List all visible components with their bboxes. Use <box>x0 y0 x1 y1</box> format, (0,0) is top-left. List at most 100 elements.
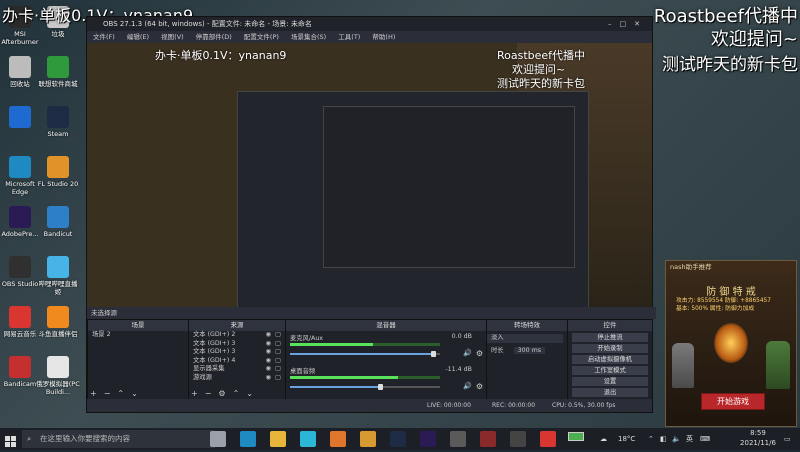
windows-start-icon[interactable] <box>5 433 17 447</box>
app-icon[interactable] <box>360 431 376 447</box>
desktop-icon[interactable]: 哔哩哔哩直播姬 <box>36 256 80 296</box>
mixer-channel: 桌面音频 -11.4 dB 🔊 ⚙ <box>286 364 486 397</box>
edge-icon[interactable] <box>240 431 256 447</box>
mixer-header: 混音器 <box>286 320 486 331</box>
scene-item[interactable]: 场景 2 <box>88 331 188 340</box>
lock-icon[interactable]: ▢ <box>275 365 281 374</box>
menu-help[interactable]: 帮助(H) <box>372 33 395 41</box>
desktop-icon[interactable]: 斗鱼直播伴侣 <box>36 306 80 338</box>
file-explorer-icon[interactable] <box>270 431 286 447</box>
volume-slider[interactable] <box>290 384 440 390</box>
volume-icon[interactable]: 🔈 <box>672 428 681 450</box>
app-icon[interactable] <box>450 431 466 447</box>
lock-icon[interactable]: ▢ <box>275 331 281 340</box>
game-icon[interactable] <box>480 431 496 447</box>
menu-scene-collection[interactable]: 场景集合(S) <box>291 33 326 41</box>
desktop-icon[interactable]: 俄罗模拟器(PC Buildi... <box>36 356 80 396</box>
gear-icon[interactable]: ⚙ <box>476 349 483 358</box>
move-down-icon[interactable]: ⌄ <box>131 389 138 398</box>
obs-titlebar[interactable]: OBS 27.1.3 (64 bit, windows) - 配置文件: 未命名… <box>87 17 652 31</box>
move-down-icon[interactable]: ⌄ <box>246 389 253 398</box>
temperature[interactable]: 18°C <box>618 428 635 450</box>
start-recording-button[interactable]: 开始录制 <box>572 344 648 353</box>
speaker-icon[interactable]: 🔊 <box>463 382 472 390</box>
menu-profile[interactable]: 配置文件(P) <box>244 33 279 41</box>
lock-icon[interactable]: ▢ <box>275 357 281 366</box>
obs-icon[interactable] <box>510 431 526 447</box>
weather-icon[interactable]: ☁ <box>600 428 607 450</box>
visibility-eye-icon[interactable]: ◉ <box>266 357 272 366</box>
visibility-eye-icon[interactable]: ◉ <box>266 374 272 383</box>
menu-tools[interactable]: 工具(T) <box>338 33 360 41</box>
lock-icon[interactable]: ▢ <box>275 340 281 349</box>
lock-icon[interactable]: ▢ <box>275 374 281 383</box>
speaker-icon[interactable]: 🔊 <box>463 349 472 357</box>
sources-header: 来源 <box>189 320 285 331</box>
menu-view[interactable]: 视图(V) <box>161 33 184 41</box>
window-controls[interactable]: –□✕ <box>608 17 648 31</box>
source-item[interactable]: 文本 (GDI+) 4 ◉ ▢ <box>189 357 285 366</box>
menu-docks[interactable]: 停靠部件(D) <box>196 33 232 41</box>
remove-icon[interactable]: − <box>104 389 111 398</box>
tray-chevron-icon[interactable]: ⌃ <box>648 428 654 450</box>
browser-icon[interactable] <box>330 431 346 447</box>
studio-mode-button[interactable]: 工作室模式 <box>572 366 648 375</box>
add-icon[interactable]: + <box>191 389 198 398</box>
duration-input[interactable]: 300 ms <box>513 346 546 354</box>
game-ad-title: 防 御 特 戒 <box>706 287 756 298</box>
clock[interactable]: 8:59 2021/11/6 <box>738 428 778 448</box>
exit-button[interactable]: 退出 <box>572 388 648 397</box>
move-up-icon[interactable]: ⌃ <box>233 389 240 398</box>
ime-indicator[interactable]: 英 <box>686 428 693 450</box>
game-ad-window: nash助手推荐 防 御 特 戒 攻击力: 8559554 防御: +88654… <box>665 260 797 427</box>
stop-streaming-button[interactable]: 停止推流 <box>572 333 648 342</box>
mixer-dock: 混音器 麦克风/Aux 0.0 dB 🔊 ⚙ 桌面音频 -11.4 dB 🔊 ⚙ <box>285 319 487 401</box>
no-source-selected: 未选择源 <box>87 307 656 319</box>
lock-icon[interactable]: ▢ <box>275 348 281 357</box>
menu-file[interactable]: 文件(F) <box>93 33 115 41</box>
menu-edit[interactable]: 编辑(E) <box>127 33 149 41</box>
volume-slider-knob[interactable] <box>378 384 383 390</box>
desktop-icon[interactable]: Steam <box>36 106 80 138</box>
source-item[interactable]: 文本 (GDI+) 3 ◉ ▢ <box>189 340 285 349</box>
visibility-eye-icon[interactable]: ◉ <box>266 331 272 340</box>
close-icon[interactable]: ✕ <box>634 20 648 28</box>
desktop-icon-label: MSI Afterburner <box>1 30 39 46</box>
volume-slider[interactable] <box>290 351 440 357</box>
move-up-icon[interactable]: ⌃ <box>117 389 124 398</box>
source-item[interactable]: 游戏源 ◉ ▢ <box>189 374 285 383</box>
visibility-eye-icon[interactable]: ◉ <box>266 348 272 357</box>
source-item[interactable]: 文本 (GDI+) 3 ◉ ▢ <box>189 348 285 357</box>
qq-browser-icon[interactable] <box>300 431 316 447</box>
gear-icon[interactable]: ⚙ <box>476 382 483 391</box>
keyboard-icon[interactable]: ⌨ <box>700 428 710 450</box>
desktop-icon[interactable]: FL Studio 20 <box>36 156 80 188</box>
source-item[interactable]: 文本 (GDI+) 2 ◉ ▢ <box>189 331 285 340</box>
minimize-icon[interactable]: – <box>608 20 620 28</box>
notifications-icon[interactable]: ▭ <box>784 428 791 450</box>
settings-button[interactable]: 设置 <box>572 377 648 386</box>
obs-preview[interactable]: 办卡·单板0.1V：ynanan9 Roastbeef代播中 欢迎提问~ 测试昨… <box>87 43 652 307</box>
taskbar-search[interactable]: ⌕ 在这里输入你要搜索的内容 <box>22 430 215 448</box>
desktop-icon[interactable]: 联想软件商城 <box>36 56 80 88</box>
battery-icon[interactable] <box>568 428 584 450</box>
source-item[interactable]: 显示器采集 ◉ ▢ <box>189 365 285 374</box>
task-view-icon[interactable] <box>210 431 226 447</box>
visibility-eye-icon[interactable]: ◉ <box>266 340 272 349</box>
network-icon[interactable]: ◧ <box>660 428 667 450</box>
taskbar: ⌕ 在这里输入你要搜索的内容 ☁ 18°C ⌃ ◧ 🔈 英 ⌨ 8:59 202… <box>0 428 800 450</box>
volume-slider-knob[interactable] <box>430 351 436 357</box>
steam-icon[interactable] <box>390 431 406 447</box>
source-label: 文本 (GDI+) 3 <box>193 339 236 347</box>
desktop-icon[interactable]: Bandicut <box>36 206 80 238</box>
remove-icon[interactable]: − <box>205 389 212 398</box>
transition-select[interactable]: 淡入 <box>487 334 563 343</box>
start-virtual-camera-button[interactable]: 启动虚拟摄像机 <box>572 355 648 364</box>
maximize-icon[interactable]: □ <box>620 20 635 28</box>
pr-icon[interactable] <box>420 431 436 447</box>
start-game-button[interactable]: 开始游戏 <box>701 393 765 410</box>
visibility-eye-icon[interactable]: ◉ <box>266 365 272 374</box>
gear-icon[interactable]: ⚙ <box>218 389 225 398</box>
add-icon[interactable]: + <box>90 389 97 398</box>
netease-music-icon[interactable] <box>540 431 556 447</box>
